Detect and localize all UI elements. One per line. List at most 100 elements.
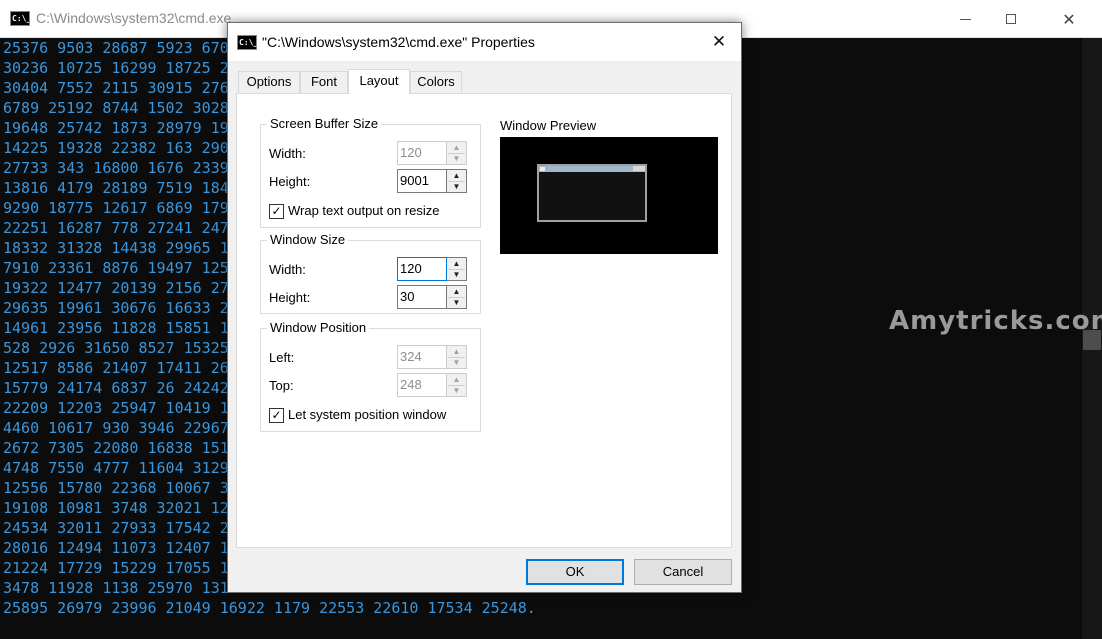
tab-colors[interactable]: Colors (410, 71, 462, 93)
preview-window (537, 164, 647, 222)
window-position-group: Window Position Left: 324 ▲ ▼ Top: 248 ▲… (260, 320, 481, 432)
preview-label: Window Preview (500, 118, 597, 133)
spin-down-icon[interactable]: ▼ (448, 386, 465, 396)
window-height-stepper[interactable]: 30 ▲ ▼ (397, 285, 467, 309)
console-line: 9290 18775 12617 6869 179 (3, 199, 229, 217)
spin-down-icon[interactable]: ▼ (448, 270, 465, 280)
window-height-spin[interactable]: ▲ ▼ (447, 285, 467, 309)
dialog-title: "C:\Windows\system32\cmd.exe" Properties (262, 34, 535, 50)
window-width-input[interactable]: 120 (397, 257, 447, 281)
preview-titlebar (539, 166, 645, 172)
spin-down-icon[interactable]: ▼ (448, 358, 465, 368)
system-position-label[interactable]: Let system position window (288, 407, 446, 422)
console-line: 7910 23361 8876 19497 125 (3, 259, 229, 277)
console-line: 12556 15780 22368 10067 3 (3, 479, 229, 497)
console-line: 19322 12477 20139 2156 27 (3, 279, 229, 297)
console-scrollbar[interactable] (1082, 38, 1102, 639)
console-line: 22209 12203 25947 10419 1 (3, 399, 229, 417)
spin-up-icon[interactable]: ▲ (448, 171, 465, 182)
maximize-button[interactable] (988, 0, 1034, 38)
console-line: 24534 32011 27933 17542 2 (3, 519, 229, 537)
spin-up-icon[interactable]: ▲ (448, 259, 465, 270)
cmd-icon[interactable]: C:\_ (10, 11, 30, 26)
window-width-label: Width: (269, 262, 306, 277)
console-line: 29635 19961 30676 16633 2 (3, 299, 229, 317)
console-line: 14961 23956 11828 15851 1 (3, 319, 229, 337)
spin-down-icon[interactable]: ▼ (448, 182, 465, 192)
buffer-height-spin[interactable]: ▲ ▼ (447, 169, 467, 193)
buffer-height-stepper[interactable]: 9001 ▲ ▼ (397, 169, 467, 193)
position-left-stepper[interactable]: 324 ▲ ▼ (397, 345, 467, 369)
checkbox-icon[interactable]: ✓ (269, 408, 284, 423)
console-line: 6789 25192 8744 1502 3028 (3, 99, 229, 117)
dialog-close-button[interactable]: ✕ (702, 28, 736, 56)
buffer-width-spin[interactable]: ▲ ▼ (447, 141, 467, 165)
window-size-title: Window Size (267, 232, 349, 247)
console-line: 18332 31328 14438 29965 1 (3, 239, 229, 257)
layout-panel: Screen Buffer Size Width: 120 ▲ ▼ Height… (236, 93, 732, 548)
screen-buffer-title: Screen Buffer Size (267, 116, 382, 131)
buffer-width-label: Width: (269, 146, 306, 161)
preview-sys-icon (540, 167, 545, 171)
console-line: 4460 10617 930 3946 22967 (3, 419, 229, 437)
tab-options[interactable]: Options (238, 71, 300, 93)
cmd-icon: C:\_ (237, 35, 257, 50)
spin-down-icon[interactable]: ▼ (448, 298, 465, 308)
position-top-input[interactable]: 248 (397, 373, 447, 397)
console-line: 12517 8586 21407 17411 26 (3, 359, 229, 377)
console-line: 30236 10725 16299 18725 2 (3, 59, 229, 77)
wrap-text-label[interactable]: Wrap text output on resize (288, 203, 440, 218)
ok-button[interactable]: OK (526, 559, 624, 585)
window-preview (500, 137, 718, 254)
console-line: 25895 26979 23996 21049 16922 1179 22553… (3, 599, 536, 617)
position-top-spin[interactable]: ▲ ▼ (447, 373, 467, 397)
console-line: 15779 24174 6837 26 24242 (3, 379, 229, 397)
console-line: 528 2926 31650 8527 15325 (3, 339, 229, 357)
preview-buttons-icon (633, 166, 645, 171)
position-left-label: Left: (269, 350, 295, 365)
spin-up-icon[interactable]: ▲ (448, 347, 465, 358)
spin-up-icon[interactable]: ▲ (448, 375, 465, 386)
position-top-label: Top: (269, 378, 294, 393)
cancel-button[interactable]: Cancel (634, 559, 732, 585)
minimize-button[interactable] (942, 0, 988, 38)
console-line: 22251 16287 778 27241 247 (3, 219, 229, 237)
checkbox-icon[interactable]: ✓ (269, 204, 284, 219)
console-line: 3478 11928 1138 25970 131 (3, 579, 229, 597)
console-line: 4748 7550 4777 11604 3129 (3, 459, 229, 477)
buffer-width-input[interactable]: 120 (397, 141, 447, 165)
dialog-titlebar[interactable]: C:\_ "C:\Windows\system32\cmd.exe" Prope… (228, 23, 741, 61)
buffer-height-label: Height: (269, 174, 311, 189)
console-line: 14225 19328 22382 163 290 (3, 139, 229, 157)
console-line: 28016 12494 11073 12407 1 (3, 539, 229, 557)
console-line: 21224 17729 15229 17055 1 (3, 559, 229, 577)
console-line: 13816 4179 28189 7519 184 (3, 179, 229, 197)
console-line: 19648 25742 1873 28979 19 (3, 119, 229, 137)
watermark: Amytricks.com (889, 306, 1102, 336)
tab-layout[interactable]: Layout (348, 69, 410, 94)
position-left-input[interactable]: 324 (397, 345, 447, 369)
tab-font[interactable]: Font (300, 71, 348, 93)
console-line: 19108 10981 3748 32021 12 (3, 499, 229, 517)
buffer-height-input[interactable]: 9001 (397, 169, 447, 193)
spin-down-icon[interactable]: ▼ (448, 154, 465, 164)
maximize-icon (1006, 14, 1016, 24)
console-title: C:\Windows\system32\cmd.exe (36, 10, 232, 26)
spin-up-icon[interactable]: ▲ (448, 287, 465, 298)
window-width-spin[interactable]: ▲ ▼ (447, 257, 467, 281)
close-button[interactable]: ✕ (1046, 0, 1092, 38)
console-line: 30404 7552 2115 30915 276 (3, 79, 229, 97)
window-height-label: Height: (269, 290, 311, 305)
console-line: 2672 7305 22080 16838 151 (3, 439, 229, 457)
properties-dialog: C:\_ "C:\Windows\system32\cmd.exe" Prope… (227, 22, 742, 593)
buffer-width-stepper[interactable]: 120 ▲ ▼ (397, 141, 467, 165)
console-line: 25376 9503 28687 5923 670 (3, 39, 229, 57)
spin-up-icon[interactable]: ▲ (448, 143, 465, 154)
close-icon: ✕ (1062, 9, 1076, 29)
window-position-title: Window Position (267, 320, 370, 335)
position-left-spin[interactable]: ▲ ▼ (447, 345, 467, 369)
console-line: 27733 343 16800 1676 2339 (3, 159, 229, 177)
position-top-stepper[interactable]: 248 ▲ ▼ (397, 373, 467, 397)
window-height-input[interactable]: 30 (397, 285, 447, 309)
window-width-stepper[interactable]: 120 ▲ ▼ (397, 257, 467, 281)
